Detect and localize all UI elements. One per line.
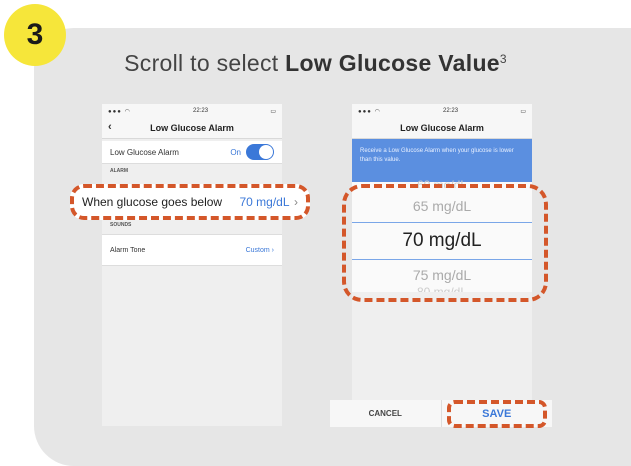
alarm-toggle[interactable] (246, 144, 274, 160)
toggle-label: Low Glucose Alarm (110, 147, 179, 157)
alarm-tone-label: Alarm Tone (110, 246, 146, 254)
chevron-left-icon[interactable]: ‹ (108, 121, 112, 133)
alarm-tone-row[interactable]: Alarm Tone Custom › (102, 234, 282, 266)
battery-icon: ▭ (270, 108, 276, 115)
battery-icon: ▭ (520, 108, 526, 115)
glucose-below-row[interactable]: When glucose goes below 70 mg/dL › (70, 184, 310, 220)
status-bar: ●●● ◠ 22:23 ▭ (352, 104, 532, 118)
glucose-below-value: 70 mg/dL (239, 195, 290, 209)
status-time: 22:23 (193, 108, 209, 114)
headline-prefix: Scroll to select (124, 50, 286, 76)
headline-footnote: 3 (499, 52, 507, 66)
cancel-button[interactable]: CANCEL (330, 400, 442, 427)
headline: Scroll to select Low Glucose Value3 (0, 50, 631, 77)
picker-highlight (342, 184, 548, 302)
nav-bar: Low Glucose Alarm (352, 118, 532, 139)
save-highlight (447, 400, 547, 428)
headline-bold: Low Glucose Value (285, 50, 500, 76)
chevron-right-icon: › (294, 195, 298, 209)
signal-icon: ●●● ◠ (358, 108, 381, 115)
status-bar: ●●● ◠ 22:23 ▭ (102, 104, 282, 118)
screen-title: Low Glucose Alarm (150, 123, 234, 133)
info-banner: Receive a Low Glucose Alarm when your gl… (352, 139, 532, 183)
sounds-section-label: SOUNDS (110, 222, 132, 228)
toggle-state: On (230, 147, 241, 157)
chevron-right-icon: › (271, 246, 274, 254)
nav-bar: ‹ Low Glucose Alarm (102, 118, 282, 139)
phone-screen-settings: ●●● ◠ 22:23 ▭ ‹ Low Glucose Alarm Low Gl… (102, 104, 282, 426)
screen-title: Low Glucose Alarm (400, 123, 484, 133)
signal-icon: ●●● ◠ (108, 108, 131, 115)
alarm-section-label: ALARM (110, 168, 129, 174)
alarm-tone-value: Custom (245, 246, 270, 254)
low-glucose-alarm-row: Low Glucose Alarm On (102, 141, 282, 164)
glucose-below-label: When glucose goes below (82, 195, 223, 209)
status-time: 22:23 (443, 108, 459, 114)
step-number: 3 (26, 18, 44, 51)
